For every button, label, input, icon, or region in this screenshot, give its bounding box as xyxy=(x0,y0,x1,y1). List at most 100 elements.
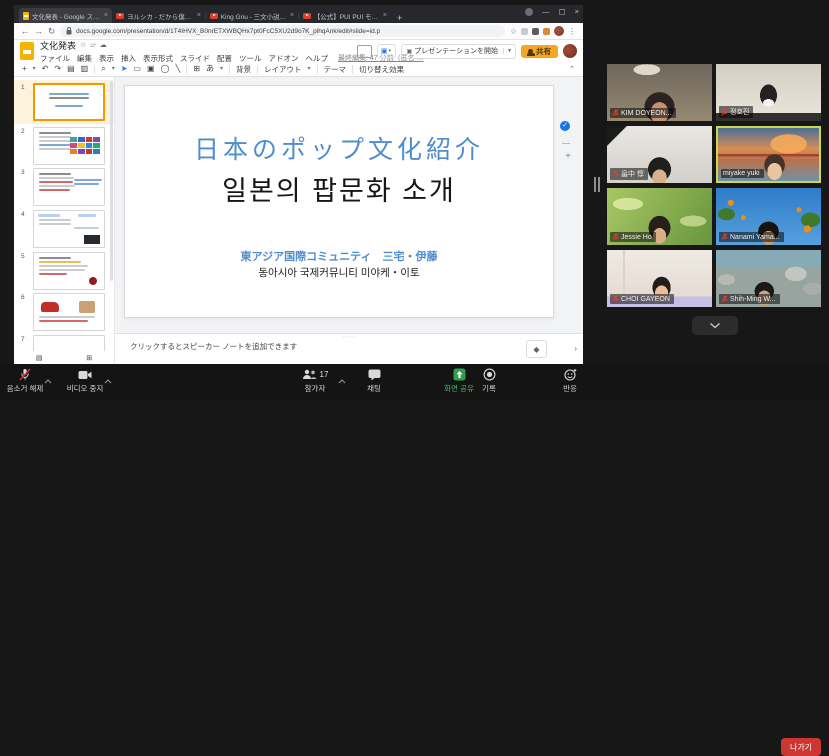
gallery-collapse-button[interactable] xyxy=(692,316,738,335)
tab-close-icon[interactable]: × xyxy=(197,12,201,19)
speaker-notes-panel[interactable]: ⋯⋯ クリックするとスピーカー ノートを追加できます ◆ › xyxy=(115,333,583,364)
transition-button[interactable]: 切り替え効果 xyxy=(359,64,404,75)
filmstrip-scrollbar[interactable] xyxy=(110,81,113,281)
slide-thumbnail-4[interactable] xyxy=(33,210,105,248)
participant-name-tag: miyake yuki xyxy=(721,169,764,178)
browser-menu-icon[interactable]: ⋮ xyxy=(568,27,576,36)
explore-button[interactable]: ◆ xyxy=(526,340,547,358)
slide-title-korean[interactable]: 일본의 팝문화 소개 xyxy=(125,169,553,208)
slide-canvas-area[interactable]: 日本のポップ文化紹介 일본의 팝문화 소개 東アジア国際コミュニティ 三宅・伊藤… xyxy=(115,77,583,333)
reload-icon[interactable]: ↻ xyxy=(48,26,55,37)
insert-shape-icon[interactable]: ◯ xyxy=(161,65,170,73)
extension-icon[interactable] xyxy=(521,28,528,35)
video-options-chevron[interactable] xyxy=(104,371,112,389)
back-icon[interactable]: ← xyxy=(21,26,30,36)
text-style-dropdown-icon[interactable]: ▾ xyxy=(220,66,223,72)
spellcheck-done-icon[interactable]: ✓ xyxy=(560,121,570,131)
zoom-dropdown-icon[interactable]: ▾ xyxy=(112,66,115,72)
slide-subtitle-japanese[interactable]: 東アジア国際コミュニティ 三宅・伊藤 xyxy=(125,248,553,264)
window-close-button[interactable]: × xyxy=(575,7,579,16)
speaker-notes-placeholder[interactable]: クリックするとスピーカー ノートを追加できます xyxy=(130,341,297,352)
leave-meeting-button[interactable]: 나가기 xyxy=(781,738,821,756)
hide-menus-icon[interactable] xyxy=(357,45,372,58)
slide-title-japanese[interactable]: 日本のポップ文化紹介 xyxy=(125,130,553,166)
slide-thumbnail-5[interactable] xyxy=(33,252,105,290)
url-omnibox[interactable]: docs.google.com/presentation/d/1T4IHVX_B… xyxy=(60,25,505,37)
panel-resize-handle[interactable] xyxy=(594,177,600,192)
new-slide-icon[interactable]: + xyxy=(22,65,27,73)
google-slides-logo[interactable] xyxy=(20,42,34,60)
filmstrip-view-icon[interactable]: ▤ xyxy=(36,354,43,362)
tab-youtube-1[interactable]: ヨルシカ - だから僕は音楽を辞めた × xyxy=(112,8,205,23)
browser-window: 文化発表 - Google スライド × ヨルシカ - だから僕は音楽を辞めた … xyxy=(14,5,583,364)
tab-youtube-3[interactable]: | 【公式】PUI PUI モルカー 第1話 × xyxy=(298,8,391,23)
layout-dropdown-icon[interactable]: ▾ xyxy=(308,66,311,72)
chat-button[interactable]: 채팅 xyxy=(346,368,402,394)
extension-icon[interactable] xyxy=(532,28,539,35)
url-text: docs.google.com/presentation/d/1T4IHVX_B… xyxy=(76,28,380,35)
present-to-meet-button[interactable]: ▣▾ xyxy=(377,44,396,58)
new-tab-button[interactable]: + xyxy=(397,13,402,23)
paint-format-icon[interactable]: ▥ xyxy=(81,65,89,73)
participants-options-chevron[interactable] xyxy=(338,371,346,389)
participant-name: 畠中 惇 xyxy=(621,169,644,179)
bookmark-star-icon[interactable]: ☆ xyxy=(510,27,517,36)
participant-name: miyake yuki xyxy=(723,170,760,177)
print-icon[interactable]: ▤ xyxy=(67,65,75,73)
browser-avatar[interactable] xyxy=(554,26,564,36)
share-button[interactable]: 共有 xyxy=(521,45,558,58)
star-icon[interactable]: ☆ xyxy=(80,41,86,49)
record-button[interactable]: 기록 xyxy=(461,368,517,394)
tab-youtube-2[interactable]: | King Gnu - 三文小説 - YouTube × xyxy=(205,8,298,23)
theme-button[interactable]: テーマ xyxy=(324,64,347,75)
account-avatar[interactable] xyxy=(563,44,577,58)
grid-view-icon[interactable]: ⊞ xyxy=(86,354,92,362)
insert-line-icon[interactable]: ╲ xyxy=(176,65,181,73)
video-tile-hatanaka-jun[interactable]: 畠中 惇 xyxy=(607,126,712,183)
slide-subtitle-korean[interactable]: 동아시아 국제커뮤니티 미야케・이토 xyxy=(125,265,553,280)
text-style-icon[interactable]: あ xyxy=(206,65,214,73)
collapse-toolbar-icon[interactable]: ⌃ xyxy=(569,65,575,73)
slide-thumbnail-3[interactable] xyxy=(33,168,105,206)
next-panel-arrow-icon[interactable]: › xyxy=(574,344,577,353)
tab-slides[interactable]: 文化発表 - Google スライド × xyxy=(19,8,112,23)
window-maximize-button[interactable]: ▢ xyxy=(559,7,566,16)
move-folder-icon[interactable]: ▱ xyxy=(90,41,95,49)
slide-thumbnail-2[interactable] xyxy=(33,127,105,165)
select-cursor-icon[interactable]: ➤ xyxy=(121,65,128,73)
forward-icon[interactable]: → xyxy=(35,26,44,36)
undo-icon[interactable]: ↶ xyxy=(42,65,49,73)
extension-icon[interactable] xyxy=(543,28,550,35)
current-slide[interactable]: 日本のポップ文化紹介 일본의 팝문화 소개 東アジア国際コミュニティ 三宅・伊藤… xyxy=(124,85,554,318)
video-tile-shih-ming[interactable]: Shih-Ming W... xyxy=(716,250,821,307)
start-presentation-button[interactable]: ▣プレゼンテーションを開始 ▼ xyxy=(401,44,517,59)
insert-image-icon[interactable]: ▣ xyxy=(147,65,155,73)
background-button[interactable]: 背景 xyxy=(236,64,251,75)
text-box-icon[interactable]: ▭ xyxy=(133,65,141,73)
insert-comment-icon[interactable]: ⊞ xyxy=(193,65,200,73)
new-slide-dropdown-icon[interactable]: ▾ xyxy=(33,66,36,72)
slide-thumbnail-6[interactable] xyxy=(33,293,105,331)
tab-close-icon[interactable]: × xyxy=(383,12,387,19)
zoom-icon[interactable]: ⌕ xyxy=(101,65,105,73)
participants-button[interactable]: 17 참가자 xyxy=(287,368,343,394)
redo-icon[interactable]: ↷ xyxy=(54,65,61,73)
notes-drag-handle[interactable]: ⋯⋯ xyxy=(342,334,356,341)
reactions-button[interactable]: 반응 xyxy=(542,368,598,394)
document-title[interactable]: 文化発表 xyxy=(40,39,76,52)
audio-options-chevron[interactable] xyxy=(44,371,52,389)
slide-thumbnail-1[interactable] xyxy=(33,83,105,121)
video-tile-choi-gayeon[interactable]: CHOI GAYEON xyxy=(607,250,712,307)
window-minimize-button[interactable]: — xyxy=(542,7,550,16)
zoom-in-icon[interactable]: + xyxy=(565,151,571,162)
browser-profile-icon[interactable] xyxy=(525,8,533,16)
layout-button[interactable]: レイアウト xyxy=(264,64,302,75)
video-tile-jessie-ho[interactable]: Jessie Ho xyxy=(607,188,712,245)
tab-close-icon[interactable]: × xyxy=(104,12,108,19)
video-tile-nanami-yama[interactable]: Nanami Yama... xyxy=(716,188,821,245)
video-tile-jeong-hojin[interactable]: 정호진 xyxy=(716,64,821,121)
presentation-options-dropdown[interactable]: ▼ xyxy=(503,48,515,54)
tab-close-icon[interactable]: × xyxy=(290,12,294,19)
video-tile-miyake-yuki-active-speaker[interactable]: miyake yuki xyxy=(716,126,821,183)
video-tile-kim-doyeon[interactable]: KIM DOYEON... xyxy=(607,64,712,121)
